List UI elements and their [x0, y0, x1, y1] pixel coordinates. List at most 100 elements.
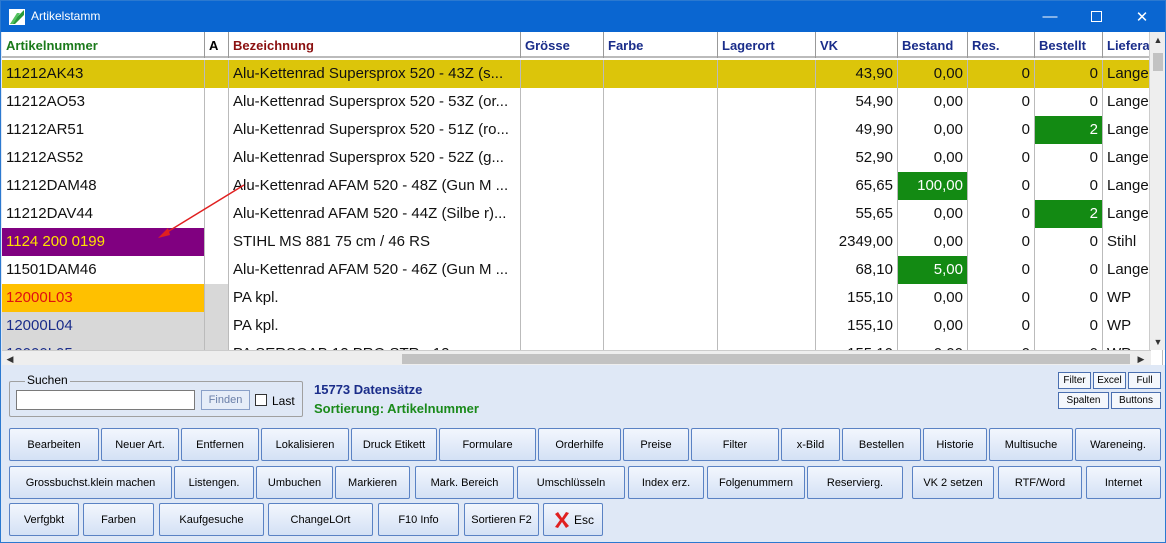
table-row[interactable]: 11212AK43 Alu-Kettenrad Supersprox 520 - … — [2, 60, 1163, 88]
formulare-button[interactable]: Formulare — [439, 428, 536, 461]
bearbeiten-button[interactable]: Bearbeiten — [9, 428, 99, 461]
cell-bestellt[interactable]: 0 — [1035, 256, 1103, 284]
close-button[interactable]: ✕ — [1119, 1, 1165, 32]
scroll-left-icon[interactable]: ◀ — [2, 351, 18, 365]
cell-bestellt[interactable]: 0 — [1035, 284, 1103, 312]
cell-vk[interactable]: 68,10 — [816, 256, 898, 284]
kaufgesuche-button[interactable]: Kaufgesuche — [159, 503, 264, 536]
multisuche-button[interactable]: Multisuche — [989, 428, 1073, 461]
f10-info-button[interactable]: F10 Info — [378, 503, 459, 536]
cell-bestellt[interactable]: 2 — [1035, 116, 1103, 144]
internet-button[interactable]: Internet — [1086, 466, 1161, 499]
entfernen-button[interactable]: Entfernen — [181, 428, 259, 461]
cell-bestellt[interactable]: 0 — [1035, 60, 1103, 88]
cell-lagerort[interactable] — [718, 312, 816, 340]
maximize-button[interactable] — [1073, 1, 1119, 32]
esc-button[interactable]: Esc — [543, 503, 603, 536]
scroll-right-icon[interactable]: ▶ — [1133, 351, 1149, 365]
column-header-bestellt[interactable]: Bestellt — [1035, 32, 1103, 58]
cell-groesse[interactable] — [521, 312, 604, 340]
full-button[interactable]: Full — [1128, 372, 1161, 389]
cell-farbe[interactable] — [604, 312, 718, 340]
cell-vk[interactable]: 43,90 — [816, 60, 898, 88]
orderhilfe-button[interactable]: Orderhilfe — [538, 428, 621, 461]
cell-groesse[interactable] — [521, 284, 604, 312]
cell-bestand[interactable]: 0,00 — [898, 88, 968, 116]
cell-bestellt[interactable]: 0 — [1035, 144, 1103, 172]
cell-bez[interactable]: Alu-Kettenrad Supersprox 520 - 52Z (g... — [229, 144, 521, 172]
column-header-vk[interactable]: VK — [816, 32, 898, 58]
grossbuchst-klein-machen-button[interactable]: Grossbuchst.klein machen — [9, 466, 172, 499]
column-header-farbe[interactable]: Farbe — [604, 32, 718, 58]
cell-res[interactable]: 0 — [968, 144, 1035, 172]
preise-button[interactable]: Preise — [623, 428, 689, 461]
cell-bez[interactable]: Alu-Kettenrad Supersprox 520 - 51Z (ro..… — [229, 116, 521, 144]
article-grid[interactable]: Artikelnummer A Bezeichnung Grösse Farbe Lage… — [2, 32, 1165, 365]
buttons-button[interactable]: Buttons — [1111, 392, 1161, 409]
cell-vk[interactable]: 55,65 — [816, 200, 898, 228]
index-erz-button[interactable]: Index erz. — [628, 466, 704, 499]
cell-res[interactable]: 0 — [968, 312, 1035, 340]
cell-artnr[interactable]: 12000L04 — [2, 312, 205, 340]
cell-artnr[interactable]: 11212AO53 — [2, 88, 205, 116]
column-header-groesse[interactable]: Grösse — [521, 32, 604, 58]
cell-res[interactable]: 0 — [968, 116, 1035, 144]
table-row[interactable]: 11212AR51 Alu-Kettenrad Supersprox 520 - … — [2, 116, 1163, 144]
cell-farbe[interactable] — [604, 172, 718, 200]
horizontal-scroll-thumb[interactable] — [402, 354, 1130, 364]
cell-farbe[interactable] — [604, 116, 718, 144]
vertical-scroll-thumb[interactable] — [1153, 53, 1163, 71]
table-row[interactable]: 12000L04 PA kpl. 155,10 0,00 0 0 WP — [2, 312, 1163, 340]
x-bild-button[interactable]: x-Bild — [781, 428, 840, 461]
cell-lagerort[interactable] — [718, 172, 816, 200]
cell-lagerort[interactable] — [718, 256, 816, 284]
column-header-lagerort[interactable]: Lagerort — [718, 32, 816, 58]
cell-res[interactable]: 0 — [968, 284, 1035, 312]
lokalisieren-button[interactable]: Lokalisieren — [261, 428, 349, 461]
scroll-down-icon[interactable]: ▼ — [1150, 334, 1165, 350]
cell-bez[interactable]: PA kpl. — [229, 312, 521, 340]
cell-a[interactable] — [205, 60, 229, 88]
cell-groesse[interactable] — [521, 144, 604, 172]
cell-lagerort[interactable] — [718, 284, 816, 312]
cell-artnr[interactable]: 11212AR51 — [2, 116, 205, 144]
cell-a[interactable] — [205, 144, 229, 172]
historie-button[interactable]: Historie — [923, 428, 987, 461]
cell-bestand[interactable]: 0,00 — [898, 60, 968, 88]
listengen-button[interactable]: Listengen. — [174, 466, 254, 499]
cell-vk[interactable]: 65,65 — [816, 172, 898, 200]
cell-groesse[interactable] — [521, 200, 604, 228]
mark-bereich-button[interactable]: Mark. Bereich — [415, 466, 514, 499]
farben-button[interactable]: Farben — [83, 503, 154, 536]
cell-a[interactable] — [205, 284, 229, 312]
cell-res[interactable]: 0 — [968, 200, 1035, 228]
vertical-scrollbar[interactable]: ▲ ▼ — [1149, 32, 1165, 350]
cell-groesse[interactable] — [521, 88, 604, 116]
cell-bestand[interactable]: 0,00 — [898, 284, 968, 312]
cell-bestand[interactable]: 0,00 — [898, 144, 968, 172]
table-row[interactable]: 11501DAM46 Alu-Kettenrad AFAM 520 - 46Z (… — [2, 256, 1163, 284]
cell-bestellt[interactable]: 0 — [1035, 228, 1103, 256]
cell-farbe[interactable] — [604, 60, 718, 88]
column-header-bestand[interactable]: Bestand — [898, 32, 968, 58]
cell-bestand[interactable]: 0,00 — [898, 200, 968, 228]
cell-groesse[interactable] — [521, 228, 604, 256]
cell-farbe[interactable] — [604, 256, 718, 284]
excel-button[interactable]: Excel — [1093, 372, 1126, 389]
cell-bestellt[interactable]: 0 — [1035, 88, 1103, 116]
cell-farbe[interactable] — [604, 200, 718, 228]
minimize-button[interactable]: — — [1027, 1, 1073, 32]
umschlüsseln-button[interactable]: Umschlüsseln — [517, 466, 625, 499]
cell-groesse[interactable] — [521, 256, 604, 284]
scroll-up-icon[interactable]: ▲ — [1150, 32, 1165, 48]
cell-vk[interactable]: 49,90 — [816, 116, 898, 144]
cell-bez[interactable]: STIHL MS 881 75 cm / 46 RS — [229, 228, 521, 256]
cell-artnr[interactable]: 11501DAM46 — [2, 256, 205, 284]
cell-res[interactable]: 0 — [968, 228, 1035, 256]
reservierg-button[interactable]: Reservierg. — [807, 466, 903, 499]
cell-res[interactable]: 0 — [968, 60, 1035, 88]
cell-vk[interactable]: 2349,00 — [816, 228, 898, 256]
cell-res[interactable]: 0 — [968, 172, 1035, 200]
cell-bestand[interactable]: 5,00 — [898, 256, 968, 284]
vk-2-setzen-button[interactable]: VK 2 setzen — [912, 466, 994, 499]
